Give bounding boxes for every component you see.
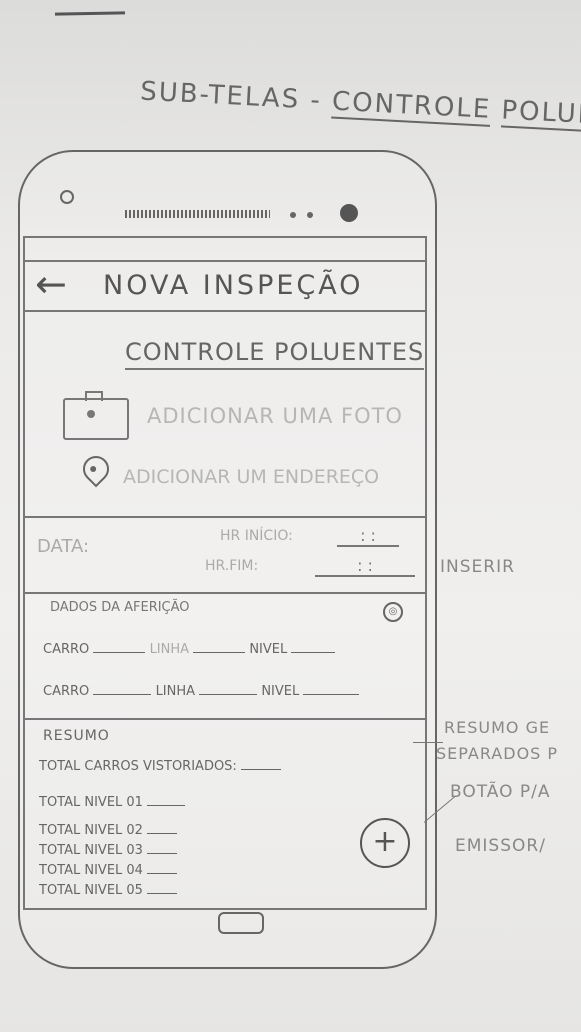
total-level-label: TOTAL NIVEL 01	[39, 795, 143, 810]
front-camera-icon	[60, 190, 74, 204]
total-level-row: TOTAL NIVEL 03	[39, 842, 178, 858]
total-carros-row: TOTAL CARROS VISTORIADOS:	[39, 758, 281, 774]
nivel-label: NIVEL	[249, 642, 288, 657]
add-fab-button[interactable]: +	[360, 818, 410, 868]
total-carros-value	[240, 758, 281, 770]
note-resumo-2: SEPARADOS P	[436, 744, 559, 763]
sensor-dot	[307, 212, 313, 218]
end-time-label: HR.FIM:	[205, 558, 259, 574]
phone-frame: ← NOVA INSPEÇÃO CONTROLE POLUENTES ADICI…	[18, 150, 437, 969]
total-level-value	[147, 794, 186, 806]
measurement-row: CARRO LINHA NIVEL	[43, 682, 360, 699]
total-level-value	[147, 882, 178, 894]
nivel-field[interactable]	[303, 682, 360, 695]
carro-field[interactable]	[93, 682, 152, 695]
resumo-title: RESUMO	[43, 728, 110, 744]
note-resumo-1: RESUMO GE	[444, 718, 551, 737]
divider	[25, 718, 425, 720]
speaker-grille	[125, 210, 270, 218]
total-level-value	[147, 862, 178, 874]
total-level-row: TOTAL NIVEL 05	[39, 882, 178, 898]
add-location-button[interactable]: ADICIONAR UM ENDEREÇO	[77, 450, 413, 502]
linha-field[interactable]	[193, 640, 246, 653]
note-emissor: EMISSOR/	[455, 836, 546, 856]
carro-field[interactable]	[93, 640, 146, 653]
sensor-dot	[290, 212, 296, 218]
sensor-dot	[340, 204, 358, 222]
carro-label: CARRO	[43, 684, 90, 699]
phone-screen: ← NOVA INSPEÇÃO CONTROLE POLUENTES ADICI…	[23, 236, 427, 910]
total-level-label: TOTAL NIVEL 03	[39, 843, 143, 858]
start-time-label: HR INÍCIO:	[220, 528, 293, 544]
add-photo-label: ADICIONAR UMA FOTO	[147, 404, 403, 428]
total-level-row: TOTAL NIVEL 01	[39, 794, 186, 810]
total-level-row: TOTAL NIVEL 04	[39, 862, 178, 878]
note-inserir: INSERIR	[440, 557, 515, 577]
dados-title: DADOS DA AFERIÇÃO	[50, 600, 190, 615]
start-time-field[interactable]: : :	[337, 526, 399, 547]
divider	[25, 592, 425, 594]
total-level-row: TOTAL NIVEL 02	[39, 822, 178, 838]
note-inserir-text: INSERIR	[440, 557, 515, 577]
edit-icon[interactable]: ◎	[383, 602, 403, 622]
annotation-arrow	[413, 742, 443, 743]
location-pin-icon	[77, 450, 115, 488]
carro-label: CARRO	[43, 642, 90, 657]
total-carros-label: TOTAL CARROS VISTORIADOS:	[39, 759, 237, 774]
arrow-left-icon[interactable]: ←	[35, 262, 67, 306]
nivel-label: NIVEL	[261, 684, 300, 699]
total-level-label: TOTAL NIVEL 02	[39, 823, 143, 838]
total-level-value	[147, 822, 178, 834]
total-level-value	[147, 842, 178, 854]
measurement-row: CARRO LINHA NIVEL	[43, 640, 336, 657]
section-title: CONTROLE POLUENTES	[125, 338, 425, 370]
total-level-label: TOTAL NIVEL 04	[39, 863, 143, 878]
total-level-label: TOTAL NIVEL 05	[39, 883, 143, 898]
camera-icon	[63, 391, 129, 440]
add-photo-button[interactable]: ADICIONAR UMA FOTO	[63, 391, 403, 440]
home-button[interactable]	[218, 912, 264, 934]
divider	[25, 516, 425, 518]
screen-title: NOVA INSPEÇÃO	[103, 270, 364, 301]
linha-label: LINHA	[155, 684, 196, 699]
note-botao: BOTÃO P/A	[450, 782, 551, 802]
linha-field[interactable]	[199, 682, 258, 695]
end-time-field[interactable]: : :	[315, 556, 415, 577]
app-bar: ← NOVA INSPEÇÃO	[25, 260, 425, 312]
add-location-label: ADICIONAR UM ENDEREÇO	[123, 466, 380, 488]
nivel-field[interactable]	[291, 640, 336, 653]
date-label: DATA:	[37, 536, 90, 557]
linha-label: LINHA	[149, 642, 190, 657]
